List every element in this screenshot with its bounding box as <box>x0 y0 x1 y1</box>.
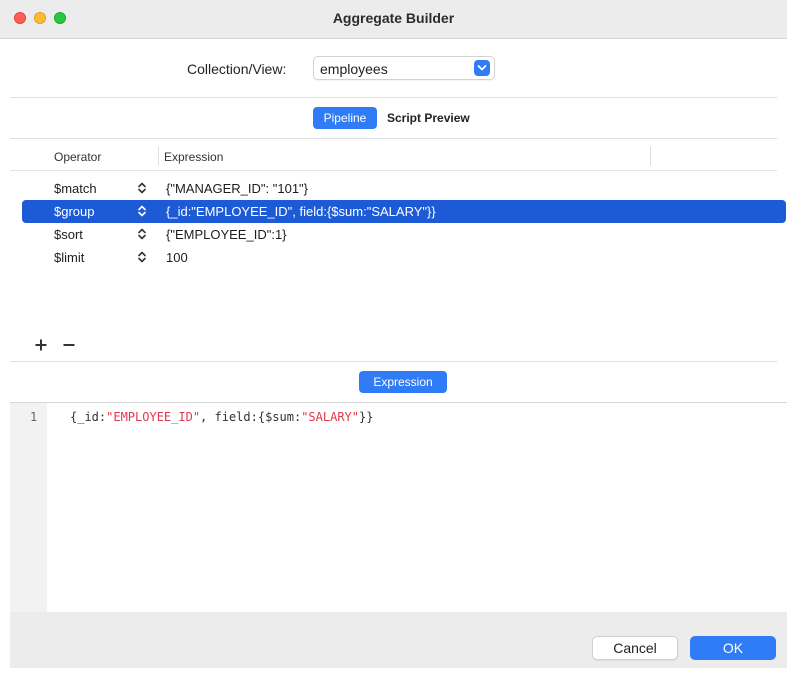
aggregate-builder-window: Aggregate Builder Collection/View: emplo… <box>0 0 787 679</box>
ok-button[interactable]: OK <box>690 636 776 660</box>
column-header-expression[interactable]: Expression <box>164 150 223 164</box>
expression-cell[interactable]: {"EMPLOYEE_ID":1} <box>166 227 287 242</box>
expression-cell[interactable]: {"MANAGER_ID": "101"} <box>166 181 308 196</box>
cancel-button[interactable]: Cancel <box>592 636 678 660</box>
column-header-operator[interactable]: Operator <box>54 150 101 164</box>
section-divider <box>10 138 777 139</box>
title-bar: Aggregate Builder <box>0 0 787 39</box>
section-divider <box>10 361 777 362</box>
operator-cell[interactable]: $match <box>54 181 97 196</box>
chevron-up-down-icon[interactable] <box>137 181 147 195</box>
plus-icon[interactable] <box>34 338 48 352</box>
operator-cell[interactable]: $sort <box>54 227 83 242</box>
collection-select[interactable]: employees <box>313 56 495 80</box>
code-editor[interactable]: 1 {_id:"EMPLOYEE_ID", field:{$sum:"SALAR… <box>10 402 787 613</box>
table-row[interactable]: $group {_id:"EMPLOYEE_ID", field:{$sum:"S… <box>22 200 786 223</box>
expression-cell[interactable]: 100 <box>166 250 188 265</box>
table-row[interactable]: $match {"MANAGER_ID": "101"} <box>22 177 786 200</box>
tab-expression[interactable]: Expression <box>359 371 447 393</box>
editor-gutter: 1 <box>10 403 47 613</box>
line-number: 1 <box>30 410 38 424</box>
chevron-up-down-icon[interactable] <box>137 227 147 241</box>
column-divider <box>650 146 651 166</box>
tab-script-preview[interactable]: Script Preview <box>387 107 493 129</box>
code-token: {_id: <box>70 410 107 424</box>
chevron-up-down-icon[interactable] <box>137 250 147 264</box>
code-string-token: "SALARY" <box>301 410 359 424</box>
code-string-token: "EMPLOYEE_ID" <box>106 410 201 424</box>
code-token: , field:{$sum: <box>200 410 302 424</box>
section-divider <box>10 97 777 98</box>
chevron-up-down-icon[interactable] <box>137 204 147 218</box>
table-row[interactable]: $limit 100 <box>22 246 786 269</box>
expression-cell[interactable]: {_id:"EMPLOYEE_ID", field:{$sum:"SALARY"… <box>166 204 436 219</box>
code-token: }} <box>359 410 374 424</box>
code-line[interactable]: {_id:"EMPLOYEE_ID", field:{$sum:"SALARY"… <box>70 410 373 424</box>
chevron-down-icon <box>474 60 490 76</box>
column-divider <box>158 146 159 166</box>
window-title: Aggregate Builder <box>332 10 455 26</box>
table-row[interactable]: $sort {"EMPLOYEE_ID":1} <box>22 223 786 246</box>
header-divider <box>10 170 777 171</box>
tab-pipeline[interactable]: Pipeline <box>313 107 377 129</box>
collection-label: Collection/View: <box>187 61 287 77</box>
dialog-footer: Cancel OK <box>10 612 787 668</box>
collection-select-value: employees <box>320 61 388 77</box>
minus-icon[interactable] <box>62 338 76 352</box>
operator-cell[interactable]: $limit <box>54 250 84 265</box>
operator-cell[interactable]: $group <box>54 204 94 219</box>
